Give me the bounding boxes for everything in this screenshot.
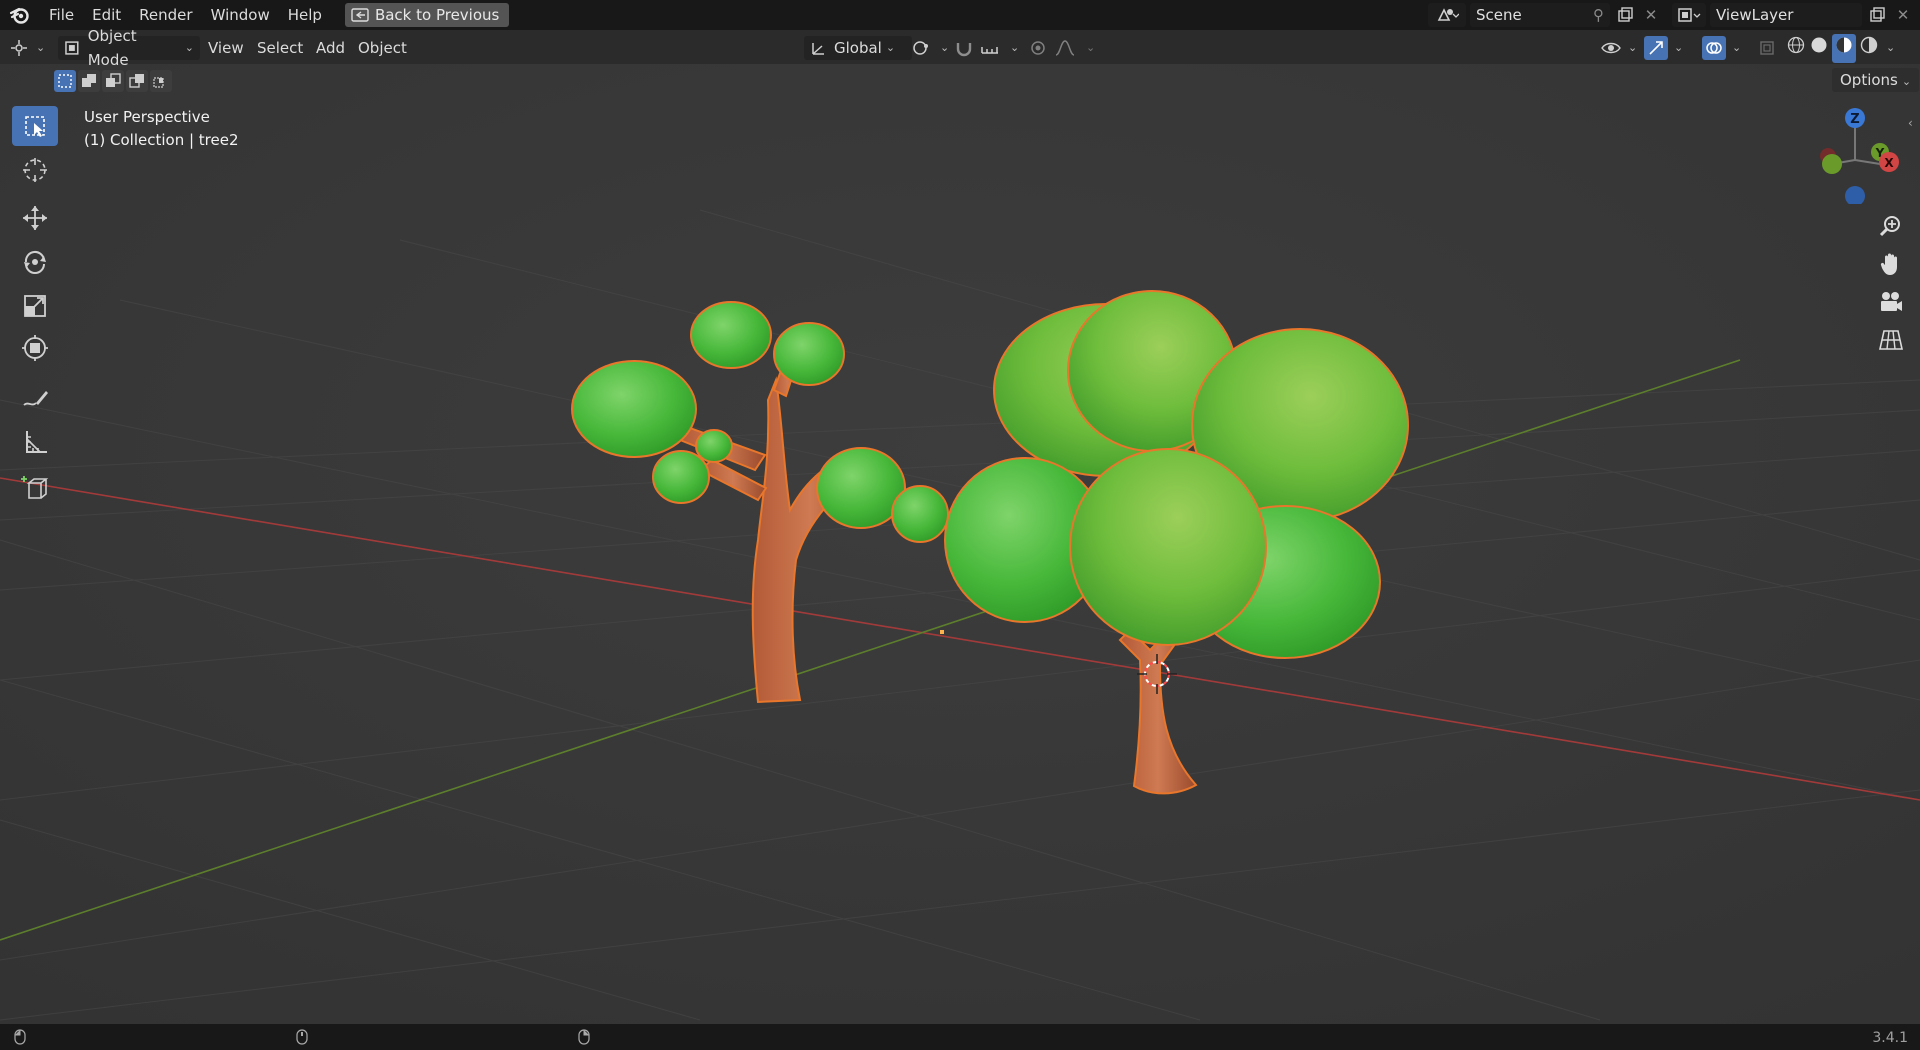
cursor-icon — [23, 158, 47, 182]
move-tool[interactable] — [12, 198, 58, 238]
orientation-axes-icon — [812, 43, 824, 55]
zoom-icon[interactable] — [1875, 210, 1907, 242]
object-mode-dropdown[interactable]: Object Mode ⌄ — [58, 27, 200, 69]
viewport-scene — [0, 64, 1920, 1024]
transform-orientation-label: Global — [834, 39, 882, 57]
menu-window[interactable]: Window — [202, 0, 279, 30]
wireframe-shading-icon[interactable] — [1786, 35, 1806, 62]
select-new-icon[interactable] — [54, 70, 76, 92]
viewlayer-name-field[interactable]: ViewLayer — [1710, 3, 1862, 27]
back-to-previous-label: Back to Previous — [374, 6, 500, 24]
gizmo-toggle-icon[interactable]: ⌄ — [1644, 36, 1683, 60]
annotate-icon — [23, 391, 48, 406]
orthographic-grid-icon[interactable] — [1875, 324, 1907, 356]
select-extend-icon[interactable] — [78, 70, 100, 92]
navigation-gizmo[interactable]: Z Y X — [1804, 104, 1900, 206]
scale-icon — [24, 295, 46, 317]
menu-file[interactable]: File — [40, 0, 83, 30]
sidebar-toggle-icon[interactable]: ‹ — [1908, 116, 1913, 130]
delete-viewlayer-icon[interactable]: ✕ — [1892, 3, 1914, 27]
pan-hand-icon[interactable] — [1875, 248, 1907, 280]
collection-label: (1) Collection | tree2 — [84, 131, 239, 149]
version-label: 3.4.1 — [1872, 1030, 1908, 1046]
rotate-tool[interactable] — [12, 242, 58, 282]
cursor-tool[interactable] — [12, 150, 58, 190]
mouse-left-icon — [14, 1029, 26, 1049]
overlays-icon[interactable]: ⌄ — [1702, 36, 1741, 60]
solid-shading-icon[interactable] — [1809, 35, 1829, 62]
snap-increment-icon[interactable] — [980, 39, 1002, 57]
select-box-icon — [25, 116, 45, 137]
menu-add[interactable]: Add — [316, 36, 345, 60]
xray-toggle-icon[interactable] — [1758, 36, 1778, 60]
proportional-editing-icon[interactable]: ⌄ — [1028, 36, 1095, 60]
shading-modes: ⌄ — [1786, 33, 1895, 63]
measure-tool[interactable] — [12, 422, 58, 462]
viewport-info: User Perspective (1) Collection | tree2 — [84, 106, 239, 152]
object-mode-label: Object Mode — [87, 27, 137, 69]
new-scene-icon[interactable] — [1614, 3, 1636, 27]
falloff-icon[interactable] — [1054, 39, 1076, 57]
scale-tool[interactable] — [12, 286, 58, 326]
select-subtract-icon[interactable] — [102, 70, 124, 92]
add-cube-tool[interactable] — [12, 468, 58, 508]
mouse-right-icon — [578, 1029, 590, 1049]
new-viewlayer-icon[interactable] — [1866, 3, 1888, 27]
status-bar — [0, 1024, 1920, 1050]
options-label: Options — [1840, 71, 1898, 89]
rotate-icon — [24, 251, 46, 274]
perspective-label: User Perspective — [84, 108, 210, 126]
camera-view-icon[interactable] — [1875, 286, 1907, 318]
rendered-shading-icon[interactable] — [1859, 35, 1879, 62]
add-cube-icon — [21, 476, 49, 499]
select-mode-group — [54, 70, 172, 92]
transform-tool[interactable] — [12, 328, 58, 368]
snap-toggle-icon[interactable]: ⌄ — [954, 36, 1019, 60]
scene-selector-icon[interactable] — [1428, 3, 1466, 27]
select-intersect-icon[interactable] — [150, 70, 172, 92]
transform-orientation-dropdown[interactable]: Global ⌄ — [804, 36, 912, 60]
transform-icon — [22, 335, 48, 361]
negative-z-handle[interactable] — [1845, 186, 1865, 206]
back-icon — [351, 8, 369, 22]
x-axis-label: X — [1884, 156, 1894, 170]
scene-name: Scene — [1476, 6, 1522, 24]
pin-icon[interactable]: ⚲ — [1593, 6, 1604, 24]
move-icon — [23, 206, 47, 230]
measure-icon — [26, 431, 47, 453]
z-axis-label: Z — [1850, 112, 1859, 127]
viewlayer-name: ViewLayer — [1716, 6, 1794, 24]
object-mode-icon — [65, 41, 79, 55]
select-box-tool[interactable] — [12, 106, 58, 146]
scene-name-field[interactable]: Scene ⚲ — [1470, 3, 1610, 27]
select-invert-icon[interactable] — [126, 70, 148, 92]
menu-view[interactable]: View — [208, 36, 244, 60]
blender-logo-icon[interactable] — [0, 0, 40, 30]
annotate-tool[interactable] — [12, 378, 58, 418]
delete-scene-icon[interactable]: ✕ — [1640, 3, 1662, 27]
back-to-previous-button[interactable]: Back to Previous — [344, 3, 510, 27]
editor-type-icon[interactable]: ⌄ — [10, 36, 52, 60]
menu-help[interactable]: Help — [279, 0, 331, 30]
options-dropdown[interactable]: Options ⌄ — [1832, 68, 1920, 92]
material-shading-icon[interactable] — [1832, 33, 1856, 63]
menu-select[interactable]: Select — [257, 36, 303, 60]
object-origin — [940, 630, 944, 634]
mouse-middle-icon — [296, 1029, 308, 1049]
3d-viewport[interactable] — [0, 64, 1920, 1024]
menu-object[interactable]: Object — [358, 36, 407, 60]
viewlayer-selector-icon[interactable] — [1672, 3, 1706, 27]
visibility-icon[interactable]: ⌄ — [1600, 36, 1637, 60]
viewport-header: ⌄ Object Mode ⌄ View Select Add Object G… — [0, 27, 1920, 69]
negative-y-handle[interactable] — [1822, 154, 1842, 174]
top-menu-bar: File Edit Render Window Help Back to Pre… — [0, 0, 1920, 30]
pivot-point-icon[interactable]: ⌄ — [912, 36, 949, 60]
